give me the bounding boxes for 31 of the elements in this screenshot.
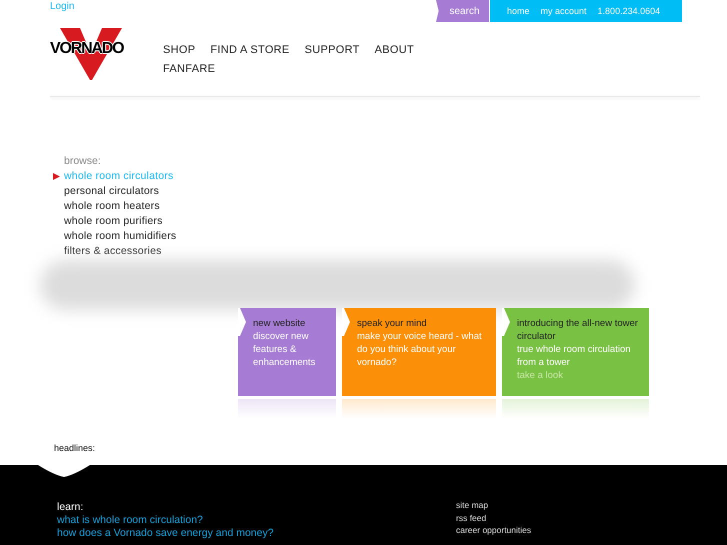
category-link[interactable]: personal circulators (64, 184, 160, 199)
nav-link[interactable]: SHOP (163, 43, 196, 58)
footer-link[interactable]: career opportunities (456, 524, 532, 536)
learn-link[interactable]: what is whole room circulation? (57, 514, 456, 527)
notch-shape (502, 308, 510, 336)
footer-link[interactable]: site map (456, 499, 532, 512)
learn-label: learn: (57, 500, 84, 514)
notch-shape (38, 465, 90, 478)
promo-card[interactable]: introducing the all-new tower circulator true whole room circulation from a tower take a look (502, 308, 649, 396)
category-link[interactable]: whole room humidifiers (64, 229, 176, 244)
category-link[interactable]: whole room heaters (64, 199, 160, 214)
card-text: true whole room circulation from a tower (517, 343, 632, 369)
headlines-label: headlines: (54, 443, 96, 455)
browse-label: browse: (64, 154, 102, 169)
category-link[interactable]: filters & accessories (64, 244, 162, 259)
card-text: make your voice heard - what do you think about your vornado? (357, 330, 483, 369)
notch-shape (342, 308, 350, 336)
nav-link[interactable]: ABOUT (374, 43, 414, 58)
card-title: new website (253, 317, 306, 330)
promo-card[interactable]: speak your mind make your voice heard - what do you think about your vornado? (342, 308, 496, 396)
footer-link[interactable]: rss feed (456, 512, 532, 524)
notch-shape (238, 308, 246, 336)
card-text: discover new features & enhancements (253, 330, 316, 369)
nav-link[interactable]: FANFARE (163, 62, 216, 77)
learn-link[interactable]: how does a Vornado save energy and money? (57, 527, 456, 540)
card-title: speak your mind (357, 317, 428, 330)
card-title: introducing the all-new tower circulator (517, 317, 639, 343)
category-link[interactable]: whole room purifiers (64, 214, 163, 229)
nav-link[interactable]: SUPPORT (304, 43, 360, 58)
promo-card[interactable]: new website discover new features & enhancements (238, 308, 336, 396)
nav-link[interactable]: FIND A STORE (210, 43, 290, 58)
